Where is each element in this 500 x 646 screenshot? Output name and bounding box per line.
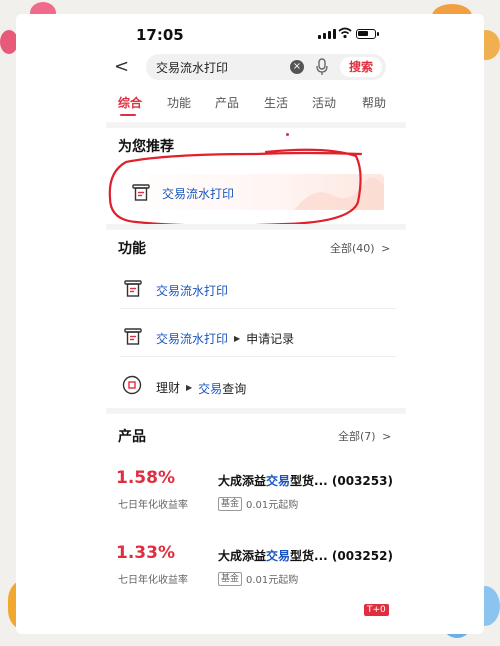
signal-icon [318,29,336,39]
tab-functions[interactable]: 功能 [167,94,191,111]
functions-title: 功能 [118,241,146,257]
t0-badge: T+0 [364,604,389,616]
product-rate: 1.33% [116,543,175,563]
function-item-highlight: 交易 [198,382,223,396]
function-item-label: 交易查询 [198,378,246,397]
tab-activities[interactable]: 活动 [312,94,336,111]
function-item-label: 交易流水打印 [156,284,229,298]
chevron-right-icon: > [381,242,391,255]
product-min-purchase: 0.01元起购 [246,575,299,586]
chevron-right-icon: > [382,430,392,443]
functions-all-link[interactable]: 全部(40) > [330,240,390,256]
products-all-link[interactable]: 全部(7) > [338,428,391,444]
tab-life[interactable]: 生活 [264,94,288,111]
back-icon[interactable]: < [114,56,134,78]
tab-comprehensive[interactable]: 综合 [118,94,142,111]
search-button[interactable]: 搜索 [340,57,382,77]
section-divider [106,408,406,414]
product-name: 大成添益交易型货... (003253) [218,472,393,489]
mic-icon[interactable] [316,58,328,76]
fund-badge: 基金 [218,496,243,511]
function-item-path: 理财 ▶ 交易查询 [156,378,246,397]
active-tab-indicator [120,114,136,116]
function-item[interactable]: 交易流水打印 ▶ 申请记录 [120,322,396,352]
product-meta: 基金 0.01元起购 [218,571,298,586]
function-item-path: 交易流水打印 ▶ 申请记录 [156,330,294,347]
row-divider [120,308,396,309]
product-rate-label: 七日年化收益率 [118,575,188,586]
product-name: 大成添益交易型货... (003252) [218,547,393,564]
product-meta: 基金 0.01元起购 [218,496,298,511]
products-all-label: 全部(7) [338,430,376,443]
tab-products[interactable]: 产品 [215,94,239,111]
document-icon [124,328,142,345]
function-item-suffix: 查询 [222,382,247,396]
row-divider [120,356,396,357]
status-time: 17:05 [136,26,184,44]
product-name-highlight: 交易 [266,549,291,563]
product-name-highlight: 交易 [266,474,291,488]
product-item[interactable]: 1.58% 七日年化收益率 大成添益交易型货... (003253) 基金 0.… [116,466,396,516]
function-item-prefix: 理财 [156,381,181,395]
functions-all-label: 全部(40) [330,242,375,255]
product-min-purchase: 0.01元起购 [246,500,299,511]
function-item[interactable]: 交易流水打印 [120,274,396,304]
section-divider [106,122,406,128]
function-item-label: 交易流水打印 [156,332,229,346]
triangle-right-icon: ▶ [234,334,241,343]
tab-help[interactable]: 帮助 [362,94,386,111]
circle-square-icon [122,375,142,395]
wifi-icon [338,27,352,39]
search-input[interactable]: 交易流水打印 [156,59,228,76]
product-rate: 1.58% [116,468,175,488]
product-name-part: 大成添益 [218,549,267,563]
phone-screen: 17:05 < 交易流水打印 × 搜索 综合 功能 产品 生活 活动 帮助 为您… [16,14,484,634]
product-name-part: 大成添益 [218,474,267,488]
product-name-part: 型货... (003252) [290,549,393,563]
function-item[interactable]: 理财 ▶ 交易查询 [120,370,396,400]
product-item[interactable]: 1.33% 七日年化收益率 大成添益交易型货... (003252) 基金 0.… [116,541,396,591]
product-rate-label: 七日年化收益率 [118,500,188,511]
battery-icon [356,29,379,39]
function-item-sub: 申请记录 [246,332,295,346]
clear-icon[interactable]: × [290,60,304,74]
triangle-right-icon: ▶ [186,383,193,392]
section-divider [106,224,406,230]
fund-badge: 基金 [218,571,243,586]
document-icon [124,280,142,297]
product-name-part: 型货... (003253) [290,474,393,488]
products-title: 产品 [118,429,146,445]
search-box[interactable]: 交易流水打印 × 搜索 [146,54,386,80]
annotation-dot [286,133,289,136]
annotation-circle [108,148,363,227]
